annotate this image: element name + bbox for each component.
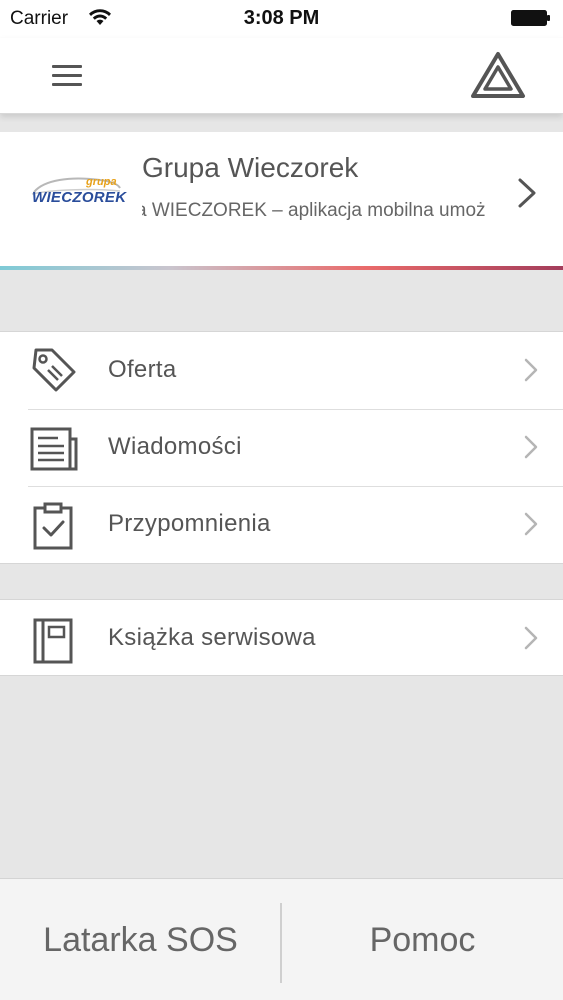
status-bar: Carrier 3:08 PM xyxy=(0,0,563,38)
hazard-triangle-icon[interactable] xyxy=(469,50,527,100)
company-title: Grupa Wieczorek xyxy=(142,152,359,183)
menu-item-label: Przypomnienia xyxy=(108,510,271,537)
service-book-icon xyxy=(33,618,73,664)
chevron-right-icon xyxy=(524,435,538,459)
chevron-right-icon xyxy=(524,358,538,382)
chevron-right-icon xyxy=(524,626,538,650)
company-card[interactable]: grupa WIECZOREK Grupa Wieczorek a WIECZO… xyxy=(0,132,563,268)
menu-item-ksiazka-serwisowa[interactable]: Książka serwisowa xyxy=(0,600,563,677)
menu-item-label: Wiadomości xyxy=(108,433,242,460)
app-screen: Carrier 3:08 PM grupa WIECZOREK Grupa Wi… xyxy=(0,0,563,1000)
menu-group-main: Oferta Wiadomości Przypomnienia xyxy=(0,331,563,564)
menu-item-label: Książka serwisowa xyxy=(108,624,316,651)
menu-item-przypomnienia[interactable]: Przypomnienia xyxy=(0,486,563,563)
menu-group-service: Książka serwisowa xyxy=(0,599,563,676)
company-subtitle: a WIECZOREK – aplikacja mobilna umoż xyxy=(142,200,486,221)
company-logo: grupa WIECZOREK xyxy=(30,172,126,206)
chevron-right-icon xyxy=(524,512,538,536)
bottom-bar: Latarka SOS Pomoc xyxy=(0,878,563,1000)
menu-item-wiadomosci[interactable]: Wiadomości xyxy=(0,409,563,486)
menu-item-label: Oferta xyxy=(108,356,177,383)
help-button[interactable]: Pomoc xyxy=(282,879,563,1000)
clipboard-check-icon xyxy=(33,502,73,550)
logo-grupa-text: grupa xyxy=(86,176,117,188)
clock: 3:08 PM xyxy=(243,7,320,29)
hamburger-icon xyxy=(52,65,82,68)
battery-icon xyxy=(511,10,550,26)
hamburger-icon-line xyxy=(52,74,82,77)
logo-wordmark: WIECZOREK xyxy=(32,189,127,206)
hamburger-menu-button[interactable] xyxy=(46,60,88,94)
newspaper-icon xyxy=(30,427,78,471)
nav-bar xyxy=(0,38,563,114)
chevron-right-icon xyxy=(518,178,536,208)
card-gradient-divider xyxy=(0,266,563,270)
menu-item-oferta[interactable]: Oferta xyxy=(0,332,563,409)
sos-flashlight-button[interactable]: Latarka SOS xyxy=(0,879,281,1000)
hamburger-icon-line xyxy=(52,83,82,86)
price-tag-icon xyxy=(32,348,76,392)
company-subtitle-marquee: a WIECZOREK – aplikacja mobilna umoż xyxy=(142,200,510,222)
